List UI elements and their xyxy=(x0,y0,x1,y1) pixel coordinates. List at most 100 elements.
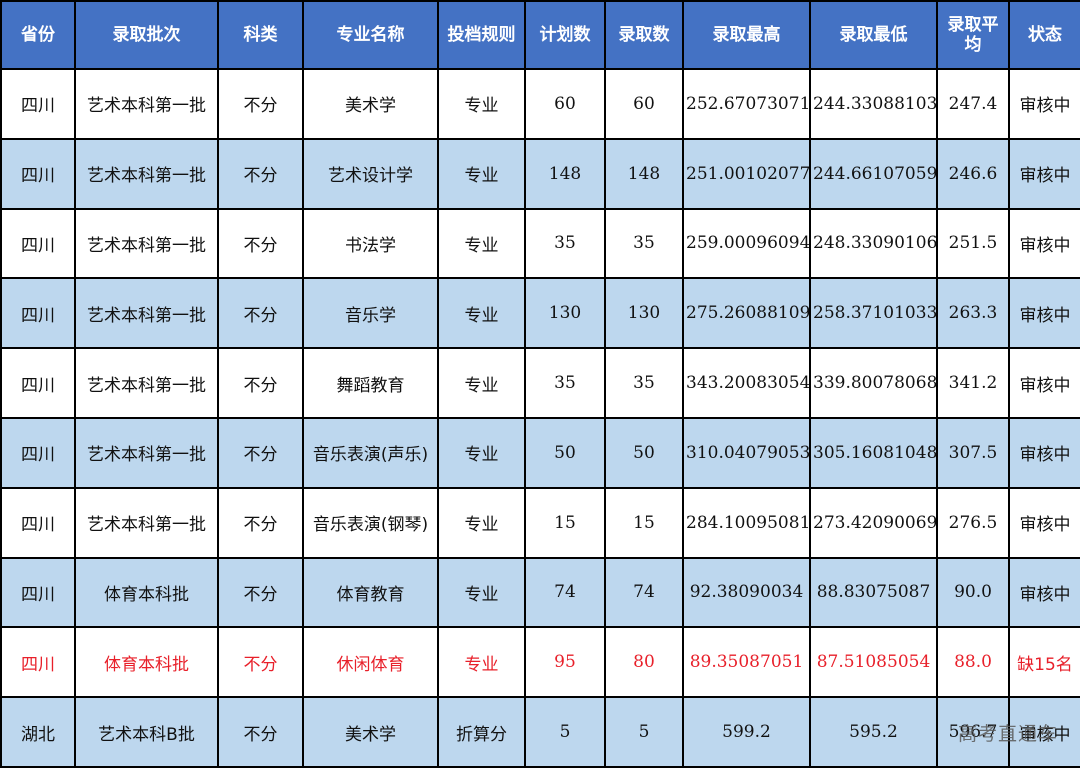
cell-major: 体育教育 xyxy=(302,556,439,629)
cell-max: 92.38090034 xyxy=(682,556,811,629)
header-admitted: 录取数 xyxy=(604,0,684,70)
cell-admitted: 50 xyxy=(604,416,684,489)
table-row: 四川 艺术本科第一批 不分 书法学 专业 35 35 259.00096094 … xyxy=(0,207,1080,280)
cell-province: 四川 xyxy=(0,626,76,699)
cell-province: 四川 xyxy=(0,68,76,140)
cell-max: 251.00102077 xyxy=(682,137,811,210)
cell-status: 审核中 xyxy=(1008,207,1080,280)
cell-province: 四川 xyxy=(0,277,76,350)
cell-min: 87.51085054 xyxy=(809,626,938,699)
table-row: 四川 艺术本科第一批 不分 音乐表演(声乐) 专业 50 50 310.0407… xyxy=(0,416,1080,489)
cell-max: 343.20083054 xyxy=(682,347,811,419)
table-row: 四川 艺术本科第一批 不分 艺术设计学 专业 148 148 251.00102… xyxy=(0,137,1080,210)
cell-avg: 276.5 xyxy=(936,486,1010,559)
cell-min: 244.66107059 xyxy=(809,137,938,210)
cell-plan: 148 xyxy=(524,137,606,210)
cell-province: 四川 xyxy=(0,347,76,419)
header-rule: 投档规则 xyxy=(437,0,526,70)
cell-admitted: 148 xyxy=(604,137,684,210)
cell-province: 四川 xyxy=(0,207,76,280)
cell-min: 305.16081048 xyxy=(809,416,938,489)
cell-batch: 艺术本科第一批 xyxy=(74,137,219,210)
cell-major: 美术学 xyxy=(302,68,439,140)
cell-max: 310.04079053 xyxy=(682,416,811,489)
cell-category: 不分 xyxy=(217,277,304,350)
cell-admitted: 15 xyxy=(604,486,684,559)
cell-plan: 35 xyxy=(524,207,606,280)
cell-rule: 折算分 xyxy=(437,696,526,768)
cell-plan: 15 xyxy=(524,486,606,559)
cell-min: 595.2 xyxy=(809,696,938,768)
cell-rule: 专业 xyxy=(437,277,526,350)
cell-status: 审核中 xyxy=(1008,68,1080,140)
header-status: 状态 xyxy=(1008,0,1080,70)
cell-batch: 体育本科批 xyxy=(74,626,219,699)
header-category: 科类 xyxy=(217,0,304,70)
cell-min: 88.83075087 xyxy=(809,556,938,629)
cell-category: 不分 xyxy=(217,416,304,489)
table-row: 四川 艺术本科第一批 不分 美术学 专业 60 60 252.67073071 … xyxy=(0,68,1080,140)
cell-admitted: 60 xyxy=(604,68,684,140)
cell-avg: 247.4 xyxy=(936,68,1010,140)
cell-batch: 艺术本科第一批 xyxy=(74,207,219,280)
header-avg: 录取平均 xyxy=(936,0,1010,70)
cell-major: 音乐表演(声乐) xyxy=(302,416,439,489)
cell-plan: 74 xyxy=(524,556,606,629)
cell-batch: 艺术本科第一批 xyxy=(74,347,219,419)
cell-province: 四川 xyxy=(0,556,76,629)
cell-batch: 艺术本科第一批 xyxy=(74,416,219,489)
admission-table: 省份 录取批次 科类 专业名称 投档规则 计划数 录取数 录取最高 录取最低 录… xyxy=(0,0,1080,768)
cell-province: 四川 xyxy=(0,137,76,210)
cell-status: 审核中 xyxy=(1008,556,1080,629)
cell-avg: 263.3 xyxy=(936,277,1010,350)
cell-max: 599.2 xyxy=(682,696,811,768)
cell-rule: 专业 xyxy=(437,486,526,559)
cell-batch: 体育本科批 xyxy=(74,556,219,629)
cell-rule: 专业 xyxy=(437,207,526,280)
cell-major: 艺术设计学 xyxy=(302,137,439,210)
cell-category: 不分 xyxy=(217,696,304,768)
cell-status: 审核中 xyxy=(1008,696,1080,768)
cell-min: 339.80078068 xyxy=(809,347,938,419)
cell-category: 不分 xyxy=(217,68,304,140)
cell-rule: 专业 xyxy=(437,556,526,629)
cell-major: 休闲体育 xyxy=(302,626,439,699)
cell-avg: 246.6 xyxy=(936,137,1010,210)
cell-plan: 50 xyxy=(524,416,606,489)
cell-max: 89.35087051 xyxy=(682,626,811,699)
cell-status: 审核中 xyxy=(1008,277,1080,350)
cell-rule: 专业 xyxy=(437,68,526,140)
cell-category: 不分 xyxy=(217,556,304,629)
cell-major: 书法学 xyxy=(302,207,439,280)
cell-avg: 90.0 xyxy=(936,556,1010,629)
cell-rule: 专业 xyxy=(437,416,526,489)
cell-avg: 307.5 xyxy=(936,416,1010,489)
cell-plan: 35 xyxy=(524,347,606,419)
cell-province: 湖北 xyxy=(0,696,76,768)
cell-max: 275.26088109 xyxy=(682,277,811,350)
cell-plan: 130 xyxy=(524,277,606,350)
cell-batch: 艺术本科第一批 xyxy=(74,68,219,140)
cell-major: 音乐学 xyxy=(302,277,439,350)
cell-rule: 专业 xyxy=(437,137,526,210)
cell-max: 259.00096094 xyxy=(682,207,811,280)
cell-plan: 5 xyxy=(524,696,606,768)
table-row: 四川 艺术本科第一批 不分 音乐表演(钢琴) 专业 15 15 284.1009… xyxy=(0,486,1080,559)
cell-avg: 341.2 xyxy=(936,347,1010,419)
cell-avg: 88.0 xyxy=(936,626,1010,699)
table-row-shortfall: 四川 体育本科批 不分 休闲体育 专业 95 80 89.35087051 87… xyxy=(0,626,1080,699)
cell-batch: 艺术本科第一批 xyxy=(74,486,219,559)
cell-min: 273.42090069 xyxy=(809,486,938,559)
cell-admitted: 35 xyxy=(604,207,684,280)
cell-batch: 艺术本科B批 xyxy=(74,696,219,768)
cell-min: 258.37101033 xyxy=(809,277,938,350)
header-row: 省份 录取批次 科类 专业名称 投档规则 计划数 录取数 录取最高 录取最低 录… xyxy=(0,0,1080,70)
cell-major: 美术学 xyxy=(302,696,439,768)
cell-category: 不分 xyxy=(217,626,304,699)
table-row: 四川 艺术本科第一批 不分 音乐学 专业 130 130 275.2608810… xyxy=(0,277,1080,350)
cell-min: 244.33088103 xyxy=(809,68,938,140)
cell-plan: 95 xyxy=(524,626,606,699)
cell-major: 音乐表演(钢琴) xyxy=(302,486,439,559)
cell-min: 248.33090106 xyxy=(809,207,938,280)
header-plan: 计划数 xyxy=(524,0,606,70)
